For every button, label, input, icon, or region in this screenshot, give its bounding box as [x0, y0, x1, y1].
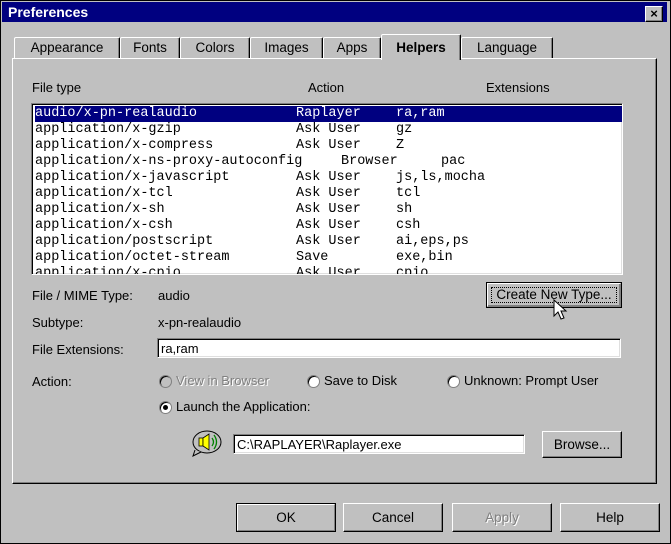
save-to-disk-radio[interactable] [307, 375, 320, 388]
tab-fonts[interactable]: Fonts [120, 37, 180, 58]
apply-button[interactable]: Apply [452, 503, 552, 532]
list-item-action: Ask User [296, 170, 361, 185]
list-item[interactable]: application/x-ns-proxy-autoconfig Browser… [35, 154, 622, 170]
list-item-type: application/x-gzip [35, 122, 181, 137]
list-item-action: Ask User [296, 234, 361, 249]
list-item[interactable]: application/x-javascript Ask User js,ls,mo… [35, 170, 622, 186]
list-item-extensions: gz [396, 122, 413, 137]
tab-helpers[interactable]: Helpers [381, 34, 461, 60]
list-item-type: application/x-sh [35, 202, 165, 217]
list-item[interactable]: application/x-sh Ask User sh [35, 202, 622, 218]
launch-application-label: Launch the Application: [176, 399, 311, 414]
list-item-type: application/x-ns-proxy-autoconfig [35, 154, 303, 169]
list-item-type: application/octet-stream [35, 250, 230, 265]
browse-button[interactable]: Browse... [542, 431, 622, 458]
subtype-value: x-pn-realaudio [158, 315, 242, 330]
header-file-type: File type [32, 80, 82, 95]
ok-button[interactable]: OK [236, 503, 336, 532]
list-item-action: Ask User [296, 202, 361, 217]
list-item-action: Ask User [296, 138, 361, 153]
list-item[interactable]: application/x-gzip Ask User gz [35, 122, 622, 138]
close-button[interactable]: × [645, 6, 663, 22]
list-item-type: application/x-csh [35, 218, 173, 233]
mouse-cursor-icon [553, 299, 568, 320]
list-item[interactable]: application/x-tcl Ask User tcl [35, 186, 622, 202]
mime-type-value: audio [158, 288, 190, 303]
help-button[interactable]: Help [560, 503, 660, 532]
list-item-extensions: sh [396, 202, 413, 217]
list-item-type: application/x-compress [35, 138, 214, 153]
window-title: Preferences [8, 4, 89, 20]
list-item-action: Ask User [296, 218, 361, 233]
list-item-action: Ask User [296, 266, 361, 274]
application-path-input[interactable]: C:\RAPLAYER\Raplayer.exe [233, 434, 525, 454]
list-item-action: Raplayer [296, 106, 361, 121]
list-item-action: Browser [341, 154, 398, 169]
tab-appearance[interactable]: Appearance [14, 37, 120, 58]
list-item-type: application/postscript [35, 234, 214, 249]
unknown-prompt-user-label: Unknown: Prompt User [464, 373, 599, 388]
list-item-extensions: js,ls,mocha [396, 170, 486, 185]
list-item[interactable]: application/x-compress Ask User Z [35, 138, 622, 154]
list-item-type: application/x-tcl [35, 186, 173, 201]
list-item-type: audio/x-pn-realaudio [35, 106, 198, 121]
view-in-browser-radio[interactable] [159, 375, 172, 388]
list-item[interactable]: application/x-cpio Ask User cpio [35, 266, 622, 274]
cancel-button[interactable]: Cancel [343, 503, 443, 532]
launch-application-radio[interactable] [159, 401, 172, 414]
tab-colors[interactable]: Colors [180, 37, 250, 58]
action-label: Action: [32, 374, 72, 389]
list-item-action: Save [296, 250, 329, 265]
list-item-extensions: Z [396, 138, 405, 153]
list-item-type: application/x-cpio [35, 266, 181, 274]
list-item-extensions: pac [441, 154, 466, 169]
list-item-extensions: csh [396, 218, 421, 233]
mime-type-label: File / MIME Type: [32, 288, 133, 303]
list-item-action: Ask User [296, 186, 361, 201]
view-in-browser-label: View in Browser [176, 373, 269, 388]
tab-images[interactable]: Images [250, 37, 323, 58]
list-item-extensions: ai,eps,ps [396, 234, 469, 249]
list-item-action: Ask User [296, 122, 361, 137]
list-item-extensions: exe,bin [396, 250, 453, 265]
list-item[interactable]: application/postscript Ask User ai,eps,ps [35, 234, 622, 250]
tab-apps[interactable]: Apps [323, 37, 381, 58]
close-icon: × [650, 6, 658, 21]
header-extensions: Extensions [486, 80, 550, 95]
title-bar[interactable]: Preferences × [2, 2, 667, 22]
list-item-type: application/x-javascript [35, 170, 230, 185]
subtype-label: Subtype: [32, 315, 84, 330]
header-action: Action [308, 80, 345, 95]
list-item-extensions: ra,ram [396, 106, 445, 121]
list-item-extensions: cpio [396, 266, 429, 274]
list-item-extensions: tcl [396, 186, 421, 201]
list-item[interactable]: audio/x-pn-realaudio Raplayer ra,ram [35, 106, 622, 122]
file-extensions-input[interactable]: ra,ram [157, 338, 621, 358]
unknown-prompt-user-radio[interactable] [447, 375, 460, 388]
helpers-list[interactable]: audio/x-pn-realaudio Raplayer ra,ram applic… [31, 103, 623, 275]
tab-language[interactable]: Language [461, 37, 553, 58]
list-item[interactable]: application/octet-stream Save exe,bin [35, 250, 622, 266]
file-extensions-label: File Extensions: [32, 342, 124, 357]
save-to-disk-label: Save to Disk [324, 373, 397, 388]
list-item[interactable]: application/x-csh Ask User csh [35, 218, 622, 234]
speaker-icon [192, 430, 222, 457]
